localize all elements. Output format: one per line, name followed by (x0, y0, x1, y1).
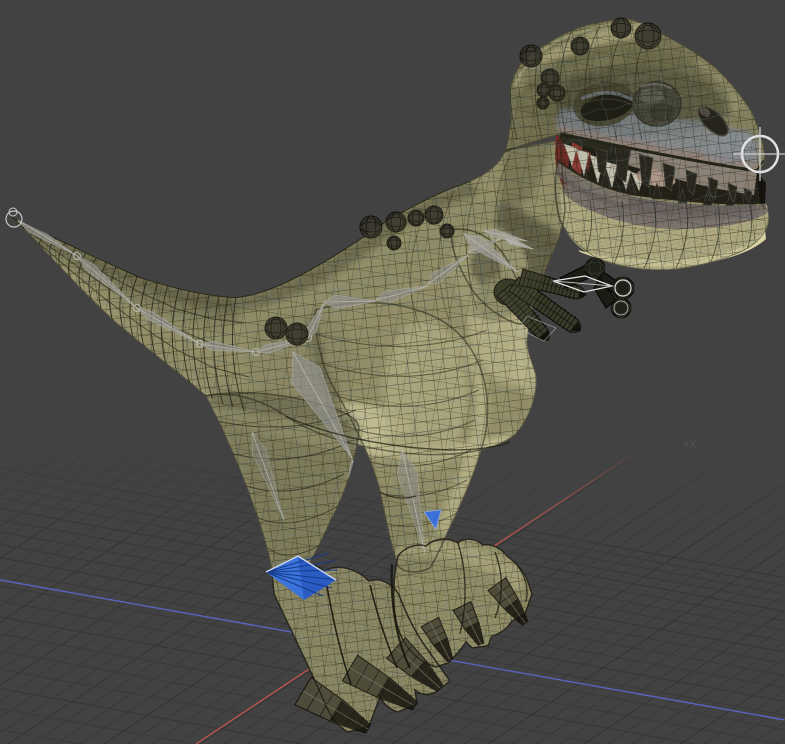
svg-text:+X: +X (683, 439, 697, 451)
